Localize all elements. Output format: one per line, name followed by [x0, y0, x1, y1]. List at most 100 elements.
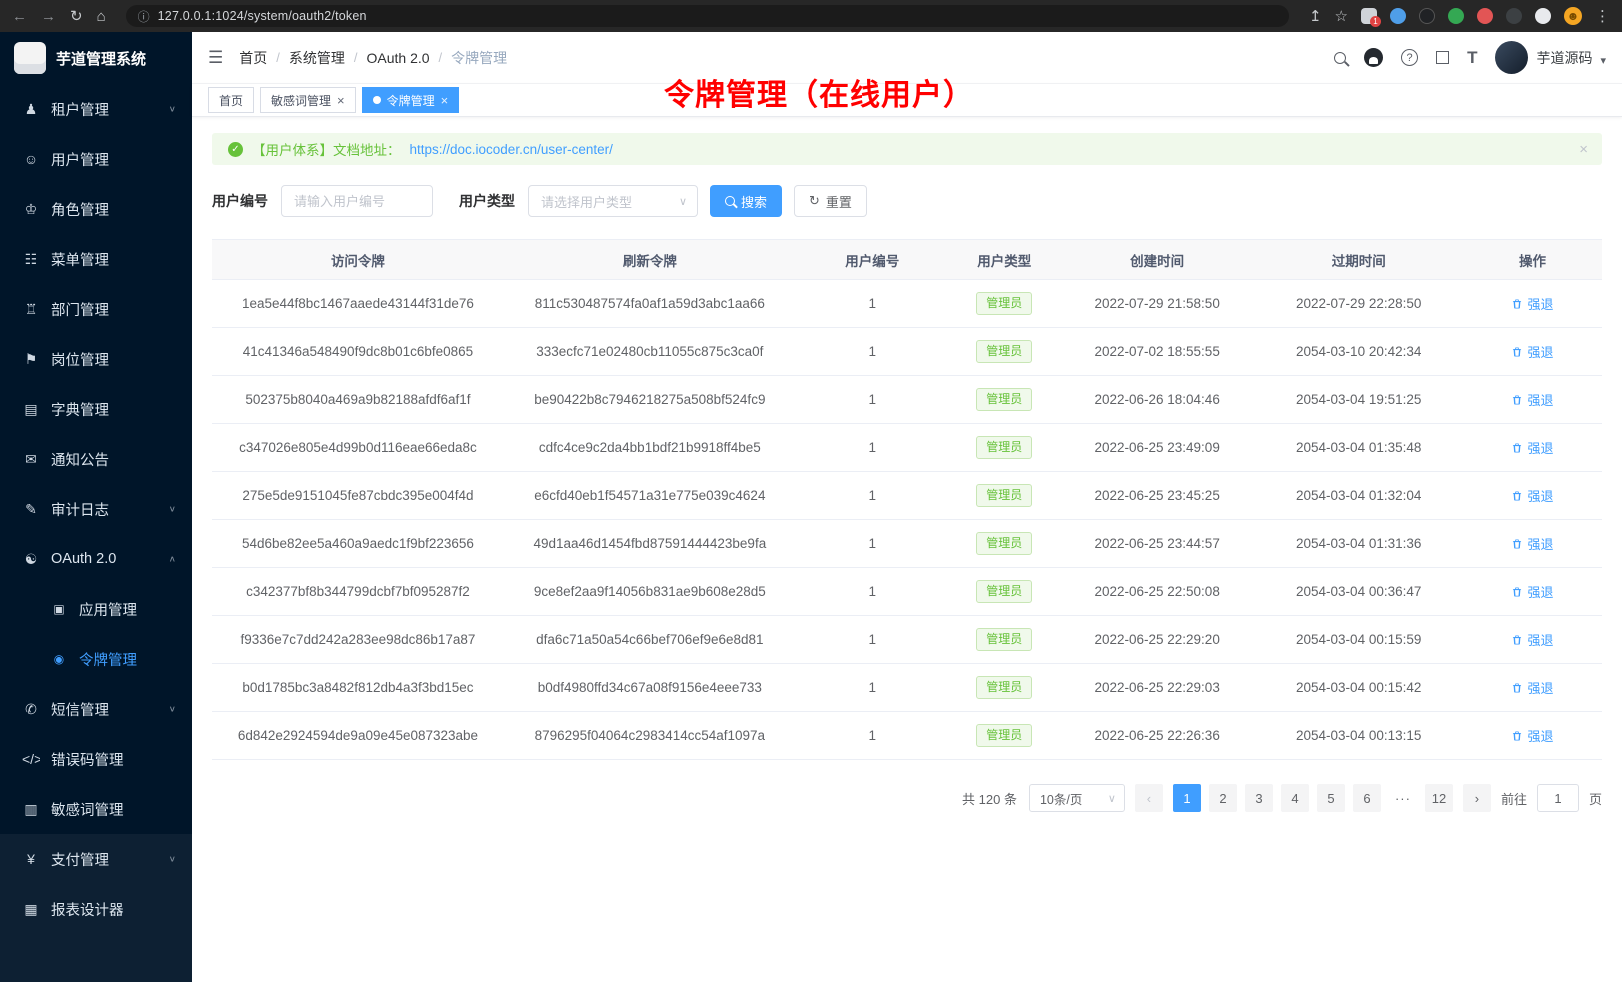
actions-cell: 强退 [1463, 280, 1602, 328]
prev-page-button[interactable]: ‹ [1135, 784, 1163, 812]
pagination-ellipsis[interactable]: ··· [1389, 784, 1417, 812]
user-type-select[interactable]: 请选择用户类型 ∨ [528, 185, 698, 217]
page-button-4[interactable]: 4 [1281, 784, 1309, 812]
breadcrumb-system[interactable]: 系统管理 [289, 48, 345, 68]
extension-icon-7[interactable] [1535, 8, 1551, 24]
browser-back-icon[interactable]: ← [12, 9, 27, 24]
access-token-cell: b0d1785bc3a8482f812db4a3f3bd15ec [212, 664, 504, 712]
page-button-12[interactable]: 12 [1425, 784, 1453, 812]
search-icon[interactable] [1334, 52, 1346, 64]
actions-cell: 强退 [1463, 616, 1602, 664]
extension-icon-4[interactable] [1448, 8, 1464, 24]
user-type-cell: 管理员 [949, 424, 1060, 472]
sidebar-item-post-management[interactable]: ⚑ 岗位管理 [0, 334, 192, 384]
tab-close-icon[interactable]: × [441, 94, 449, 107]
app-logo-row[interactable]: 芋道管理系统 [0, 32, 192, 84]
fullscreen-icon[interactable] [1436, 51, 1449, 64]
force-logout-button[interactable]: 强退 [1511, 390, 1553, 409]
search-button-label: 搜索 [741, 192, 767, 211]
page-button-3[interactable]: 3 [1245, 784, 1273, 812]
next-page-button[interactable]: › [1463, 784, 1491, 812]
page-button-6[interactable]: 6 [1353, 784, 1381, 812]
sidebar-item-user-management[interactable]: ☺ 用户管理 [0, 134, 192, 184]
force-logout-button[interactable]: 强退 [1511, 438, 1553, 457]
bookmark-star-icon[interactable]: ☆ [1335, 9, 1348, 24]
search-button[interactable]: 搜索 [710, 185, 782, 217]
page-button-2[interactable]: 2 [1209, 784, 1237, 812]
page-button-5[interactable]: 5 [1317, 784, 1345, 812]
trash-icon [1511, 298, 1523, 310]
force-logout-button[interactable]: 强退 [1511, 678, 1553, 697]
browser-reload-icon[interactable]: ↻ [70, 9, 83, 24]
alert-close-icon[interactable]: × [1579, 141, 1588, 158]
sidebar-item-oauth2-token-management[interactable]: ◉ 令牌管理 [0, 634, 192, 684]
tab-home[interactable]: 首页 [208, 87, 254, 113]
sidebar-item-payment-management[interactable]: ¥ 支付管理 ∨ [0, 834, 192, 884]
force-logout-button[interactable]: 强退 [1511, 294, 1553, 313]
font-size-icon[interactable]: T [1467, 48, 1477, 68]
sidebar-item-dict-management[interactable]: ▤ 字典管理 [0, 384, 192, 434]
user-type-badge: 管理员 [976, 484, 1032, 508]
browser-forward-icon[interactable]: → [41, 9, 56, 24]
sidebar-item-role-management[interactable]: ♔ 角色管理 [0, 184, 192, 234]
force-logout-button[interactable]: 强退 [1511, 534, 1553, 553]
force-logout-button[interactable]: 强退 [1511, 726, 1553, 745]
force-logout-button[interactable]: 强退 [1511, 486, 1553, 505]
table-header-row: 访问令牌 刷新令牌 用户编号 用户类型 创建时间 过期时间 操作 [212, 240, 1602, 280]
reset-button[interactable]: ↻ 重置 [794, 185, 867, 217]
sidebar-item-dept-management[interactable]: ♖ 部门管理 [0, 284, 192, 334]
page-size-select[interactable]: 10条/页 ∨ [1029, 784, 1125, 812]
active-tab-dot [373, 96, 381, 104]
browser-home-icon[interactable]: ⌂ [97, 9, 106, 24]
github-icon[interactable] [1364, 48, 1383, 67]
extension-icon-6[interactable] [1506, 8, 1522, 24]
access-token-cell: c347026e805e4d99b0d116eae66eda8c [212, 424, 504, 472]
sidebar-item-report-designer[interactable]: ▦ 报表设计器 [0, 884, 192, 934]
site-info-icon[interactable]: ⓘ [138, 8, 150, 25]
help-icon[interactable]: ? [1401, 49, 1418, 66]
refresh-icon: ↻ [809, 193, 820, 209]
trash-icon [1511, 346, 1523, 358]
force-logout-button[interactable]: 强退 [1511, 342, 1553, 361]
user-type-cell: 管理员 [949, 376, 1060, 424]
share-icon[interactable]: ↥ [1309, 9, 1322, 24]
breadcrumb-home[interactable]: 首页 [239, 48, 267, 68]
extension-icon-5[interactable] [1477, 8, 1493, 24]
sidebar-item-tenant-management[interactable]: ♟ 租户管理 ∨ [0, 84, 192, 134]
collapse-sidebar-icon[interactable]: ☰ [208, 48, 223, 68]
sidebar-item-notice-management[interactable]: ✉ 通知公告 [0, 434, 192, 484]
page-content: ✓ 【用户体系】文档地址： https://doc.iocoder.cn/use… [192, 117, 1622, 982]
user-id-cell: 1 [796, 568, 949, 616]
goto-page-input[interactable] [1537, 784, 1579, 812]
tab-sensitive-words[interactable]: 敏感词管理 × [260, 87, 356, 113]
tab-close-icon[interactable]: × [337, 94, 345, 107]
sidebar-item-audit-log[interactable]: ✎ 审计日志 ∨ [0, 484, 192, 534]
extension-icon-1[interactable]: 1 [1361, 8, 1377, 24]
sidebar-item-oauth2-app-management[interactable]: ▣ 应用管理 [0, 584, 192, 634]
tab-token-management[interactable]: 令牌管理 × [362, 87, 460, 113]
page-button-1[interactable]: 1 [1173, 784, 1201, 812]
extension-icon-3[interactable] [1419, 8, 1435, 24]
refresh-token-cell: cdfc4ce9c2da4bb1bdf21b9918ff4be5 [504, 424, 796, 472]
browser-profile-avatar[interactable]: ☻ [1564, 7, 1582, 25]
browser-chrome: ← → ↻ ⌂ ⓘ 127.0.0.1:1024/system/oauth2/t… [0, 0, 1622, 32]
force-logout-button[interactable]: 强退 [1511, 630, 1553, 649]
doc-link[interactable]: https://doc.iocoder.cn/user-center/ [410, 142, 613, 157]
user-type-cell: 管理员 [949, 280, 1060, 328]
chevron-icon: ∧ [169, 554, 176, 563]
user-type-cell: 管理员 [949, 664, 1060, 712]
sidebar-item-sms-management[interactable]: ✆ 短信管理 ∨ [0, 684, 192, 734]
user-id-input[interactable] [281, 185, 433, 217]
extension-icon-2[interactable] [1390, 8, 1406, 24]
breadcrumb-separator: / [439, 50, 443, 65]
user-menu[interactable]: 芋道源码 ▾ [1495, 41, 1606, 74]
force-logout-button[interactable]: 强退 [1511, 582, 1553, 601]
sidebar-item-oauth2[interactable]: ☯ OAuth 2.0 ∧ [0, 534, 192, 584]
breadcrumb-oauth[interactable]: OAuth 2.0 [367, 50, 430, 66]
browser-menu-icon[interactable]: ⋮ [1595, 9, 1610, 24]
table-row: 1ea5e44f8bc1467aaede43144f31de76 811c530… [212, 280, 1602, 328]
sidebar-item-error-code-management[interactable]: </> 错误码管理 [0, 734, 192, 784]
address-bar[interactable]: ⓘ 127.0.0.1:1024/system/oauth2/token [126, 5, 1289, 27]
sidebar-item-menu-management[interactable]: ☷ 菜单管理 [0, 234, 192, 284]
sidebar-item-sensitive-word-management[interactable]: ▥ 敏感词管理 [0, 784, 192, 834]
